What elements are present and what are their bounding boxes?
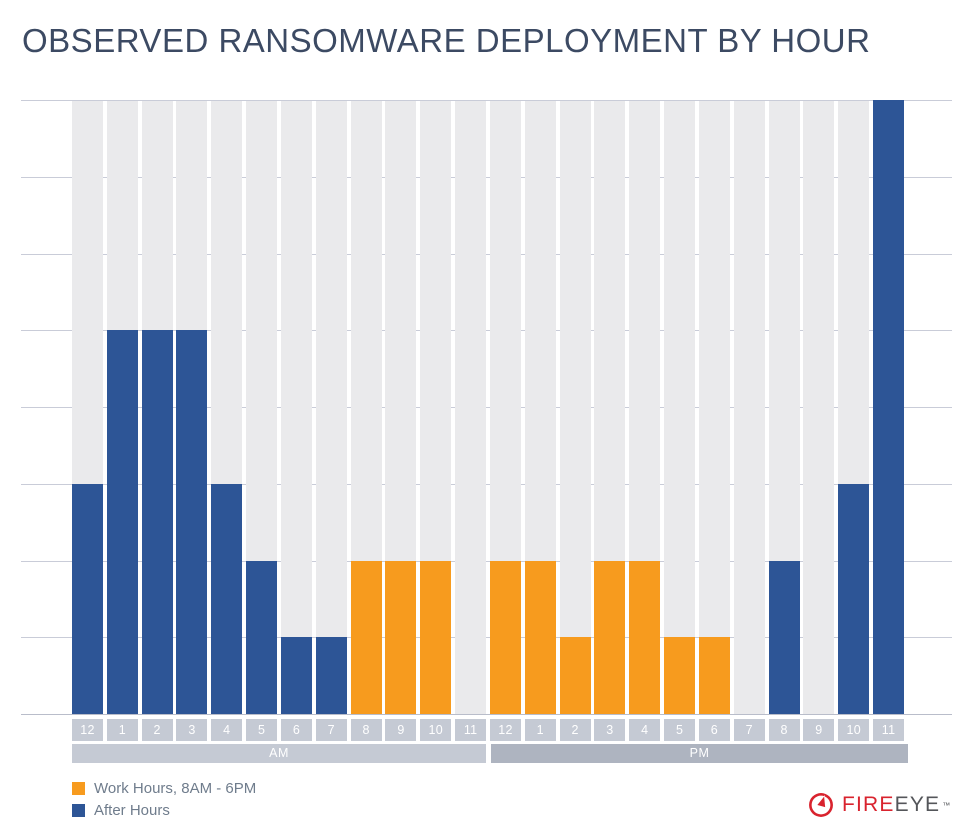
hour-label-chip: 10 bbox=[420, 719, 452, 741]
axis-baseline bbox=[21, 714, 952, 715]
bar-8-pm[interactable] bbox=[768, 560, 800, 714]
hour-label-chip: 2 bbox=[559, 719, 591, 741]
hour-label-chip: 6 bbox=[280, 719, 312, 741]
bars-layer bbox=[72, 100, 908, 714]
chart-plot-area bbox=[21, 100, 952, 715]
hour-label-chip: 7 bbox=[315, 719, 347, 741]
hour-label-chip: 12 bbox=[72, 719, 103, 741]
bar-1-pm[interactable] bbox=[524, 560, 556, 714]
hour-label-chip: 11 bbox=[455, 719, 487, 741]
hour-label-chip: 3 bbox=[176, 719, 208, 741]
brand-word-eye: EYE bbox=[894, 793, 941, 816]
bar-12-pm[interactable] bbox=[489, 560, 521, 714]
bar-10-pm[interactable] bbox=[838, 483, 870, 714]
bar-12-am[interactable] bbox=[72, 483, 103, 714]
bar-10-am[interactable] bbox=[420, 560, 452, 714]
work-hours-swatch-icon bbox=[72, 781, 85, 795]
meridiem-band-pm: PM bbox=[491, 744, 908, 763]
hour-label-chip: 11 bbox=[873, 719, 905, 741]
bar-4-am[interactable] bbox=[211, 483, 243, 714]
hour-label-chip: 9 bbox=[385, 719, 417, 741]
hour-label-chip: 2 bbox=[141, 719, 173, 741]
after-hours-swatch-icon bbox=[72, 803, 85, 817]
hour-label-chip: 4 bbox=[629, 719, 661, 741]
hour-label-chip: 1 bbox=[106, 719, 138, 741]
fireeye-brand-logo: FIRE EYE ™ bbox=[808, 790, 950, 820]
legend-item-work-hours: Work Hours, 8AM - 6PM bbox=[72, 778, 256, 798]
brand-trademark: ™ bbox=[942, 800, 951, 810]
bar-3-am[interactable] bbox=[176, 330, 208, 714]
hour-label-chip: 6 bbox=[698, 719, 730, 741]
hour-label-chip: 5 bbox=[246, 719, 278, 741]
hour-label-chip: 8 bbox=[768, 719, 800, 741]
hour-label-chip: 10 bbox=[838, 719, 870, 741]
bar-1-am[interactable] bbox=[106, 330, 138, 714]
bar-2-am[interactable] bbox=[141, 330, 173, 714]
hour-label-chip: 12 bbox=[489, 719, 521, 741]
bar-4-pm[interactable] bbox=[629, 560, 661, 714]
bar-7-am[interactable] bbox=[315, 637, 347, 714]
bar-8-am[interactable] bbox=[350, 560, 382, 714]
legend-item-after-hours: After Hours bbox=[72, 800, 256, 820]
brand-word-fire: FIRE bbox=[842, 793, 895, 816]
hour-label-chip: 4 bbox=[211, 719, 243, 741]
bar-3-pm[interactable] bbox=[594, 560, 626, 714]
fireeye-logo-icon bbox=[809, 793, 833, 817]
hour-label-chip: 1 bbox=[524, 719, 556, 741]
meridiem-band-am: AM bbox=[72, 744, 486, 763]
meridiem-axis: AM PM bbox=[72, 744, 908, 763]
bar-5-am[interactable] bbox=[246, 560, 278, 714]
bar-5-pm[interactable] bbox=[664, 637, 696, 714]
hour-label-chip: 7 bbox=[733, 719, 765, 741]
page-title: OBSERVED RANSOMWARE DEPLOYMENT BY HOUR bbox=[22, 22, 871, 59]
hour-label-chip: 9 bbox=[803, 719, 835, 741]
bar-2-pm[interactable] bbox=[559, 637, 591, 714]
bar-6-am[interactable] bbox=[280, 637, 312, 714]
legend-label-after-hours: After Hours bbox=[94, 801, 170, 819]
bar-6-pm[interactable] bbox=[698, 637, 730, 714]
hour-label-chip: 5 bbox=[664, 719, 696, 741]
hour-axis: 12 1 2 3 4 5 6 7 8 9 10 11 12 1 2 3 4 5 6 7 8 9 10 11 bbox=[72, 719, 908, 741]
legend-label-work-hours: Work Hours, 8AM - 6PM bbox=[94, 779, 257, 797]
chart-legend: Work Hours, 8AM - 6PM After Hours bbox=[72, 778, 256, 822]
bar-9-am[interactable] bbox=[385, 560, 417, 714]
bar-11-pm[interactable] bbox=[873, 100, 905, 714]
hour-label-chip: 8 bbox=[350, 719, 382, 741]
hour-label-chip: 3 bbox=[594, 719, 626, 741]
